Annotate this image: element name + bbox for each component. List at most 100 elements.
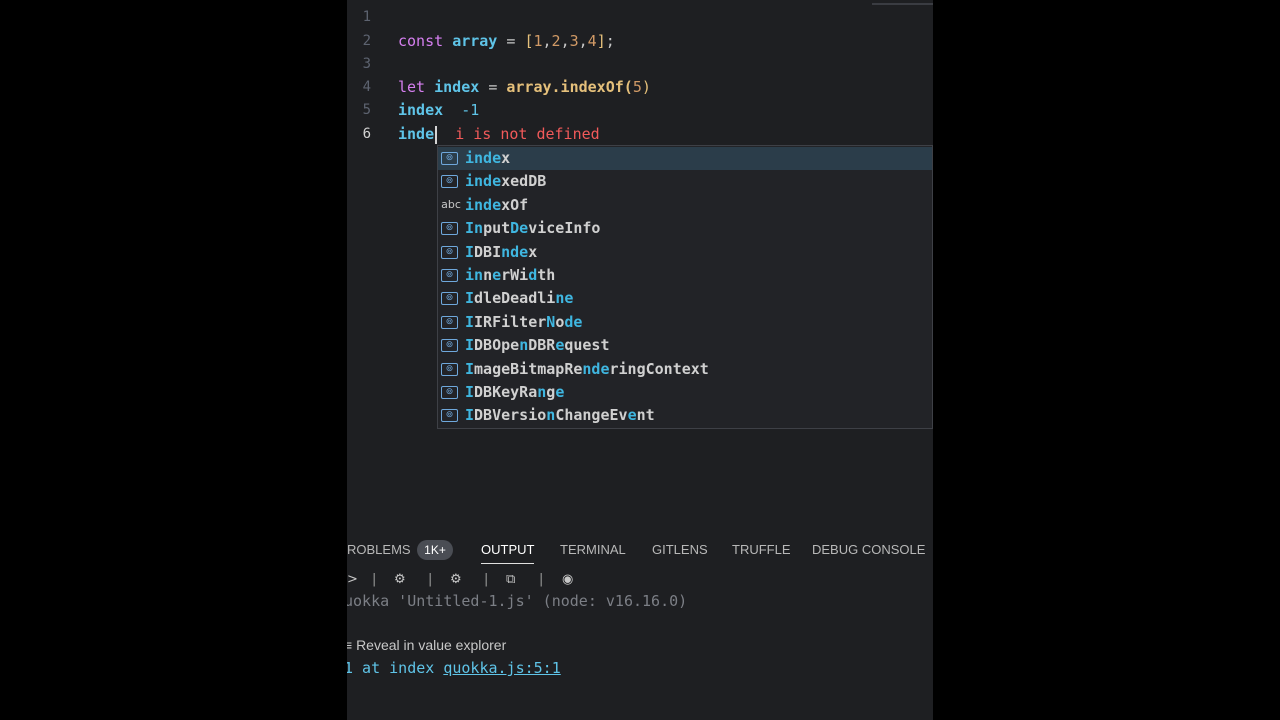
- suggestion-item[interactable]: ⊚ IDBKeyRange: [438, 381, 932, 404]
- variable-icon: ⊚: [441, 292, 458, 306]
- code-line[interactable]: 5 index -1: [347, 99, 933, 122]
- method-token: .indexOf(: [551, 78, 633, 96]
- code-line[interactable]: 3: [347, 53, 933, 76]
- text-cursor: [435, 125, 438, 144]
- code-text: let index = array.indexOf(5): [398, 76, 651, 99]
- suggestion-item[interactable]: ⊚ IDBVersionChangeEvent: [438, 404, 932, 427]
- variable-icon: ⊚: [441, 152, 458, 165]
- tab-debug-console[interactable]: DEBUG CONSOLE: [812, 537, 925, 563]
- text-icon: abc: [441, 197, 461, 211]
- tab-terminal[interactable]: TERMINAL: [560, 537, 626, 563]
- bug-icon[interactable]: ⚙: [394, 569, 406, 591]
- toolbar-separator: |: [428, 572, 433, 587]
- suggestion-label: IDBOpenDBRequest: [465, 336, 610, 355]
- reveal-in-value-explorer[interactable]: ≡ Reveal in value explorer: [347, 634, 506, 656]
- punct-token: ;: [605, 32, 615, 50]
- tab-truffle[interactable]: TRUFFLE: [732, 537, 791, 563]
- variable-icon: ⊚: [441, 222, 458, 236]
- identifier-token: index: [398, 101, 444, 119]
- variable-icon: ⊚: [441, 386, 458, 399]
- bracket-token: ]: [596, 32, 606, 50]
- suggestion-item[interactable]: ⊚ InputDeviceInfo: [438, 217, 932, 240]
- suggestion-label: index: [465, 149, 511, 167]
- punct-token: ,: [578, 32, 588, 50]
- line-number: 2: [362, 33, 371, 49]
- keyword-token: let: [398, 78, 426, 96]
- tab-gitlens[interactable]: GITLENS: [652, 537, 708, 563]
- autocomplete-list[interactable]: ⊚ index ⊚ indexedDB abc indexOf ⊚ InputDeviceIn…: [437, 145, 933, 429]
- identifier-token: array: [506, 78, 552, 96]
- suggestion-item[interactable]: abc indexOf: [438, 194, 932, 217]
- variable-icon: ⊚: [441, 315, 458, 329]
- copy-icon[interactable]: ⧉: [506, 569, 515, 591]
- record-icon[interactable]: ◉: [562, 569, 573, 591]
- suggestion-item[interactable]: ⊚ indexedDB: [438, 170, 932, 193]
- variable-icon: ⊚: [441, 339, 458, 353]
- output-run-line: uokka 'Untitled-1.js' (node: v16.16.0): [347, 592, 688, 610]
- number-token: 5: [632, 78, 642, 96]
- tab-problems[interactable]: ROBLEMS: [347, 537, 411, 563]
- suggestion-item[interactable]: ⊚ IDBOpenDBRequest: [438, 334, 932, 357]
- line-number: 6: [362, 126, 371, 142]
- suggestion-label: IdleDeadline: [465, 289, 574, 308]
- output-result-line: 1 at index quokka.js:5:1: [347, 657, 561, 680]
- punct-token: ,: [542, 32, 552, 50]
- operator-token: =: [488, 78, 498, 96]
- code-line[interactable]: 2 const array = [1,2,3,4];: [347, 30, 933, 53]
- suggestion-item[interactable]: ⊚ ImageBitmapRenderingContext: [438, 358, 932, 381]
- suggestion-label: IDBKeyRange: [465, 383, 565, 401]
- toolbar-separator: |: [372, 572, 377, 587]
- code-text: const array = [1,2,3,4];: [398, 30, 615, 53]
- source-link[interactable]: quokka.js:5:1: [443, 659, 560, 677]
- panel-tab-bar: ROBLEMS 1K+ OUTPUT TERMINAL GITLENS TRUF…: [347, 537, 933, 564]
- suggestion-item[interactable]: ⊚ index: [438, 147, 932, 170]
- suggestion-label: IDBIndex: [465, 242, 538, 261]
- code-text: inde i is not defined: [398, 123, 600, 146]
- inline-value: -1: [461, 101, 480, 119]
- menu-icon: ≡: [347, 637, 353, 653]
- code-line[interactable]: 1: [347, 6, 933, 29]
- bracket-token: ): [641, 78, 651, 96]
- play-icon[interactable]: >: [347, 569, 358, 591]
- problems-count-badge: 1K+: [417, 540, 453, 560]
- variable-icon: ⊚: [441, 409, 458, 423]
- reveal-label: Reveal in value explorer: [356, 637, 507, 653]
- suggestion-label: IDBVersionChangeEvent: [465, 406, 655, 425]
- suggestion-label: innerWidth: [465, 266, 556, 284]
- number-token: 4: [587, 32, 597, 50]
- operator-token: =: [506, 32, 516, 50]
- line-number: 5: [362, 102, 371, 118]
- suggestion-label: indexOf: [465, 195, 529, 214]
- variable-icon: ⊚: [441, 269, 458, 282]
- identifier-token: index: [434, 78, 480, 96]
- result-text: 1 at index: [347, 659, 444, 677]
- gear-icon[interactable]: ⚙: [450, 569, 462, 591]
- toolbar-separator: |: [484, 572, 489, 587]
- suggestion-item[interactable]: ⊚ IIRFilterNode: [438, 311, 932, 334]
- number-token: 2: [551, 32, 561, 50]
- code-text: index -1: [398, 99, 479, 122]
- line-number: 1: [362, 9, 371, 25]
- code-line[interactable]: 4 let index = array.indexOf(5): [347, 76, 933, 99]
- identifier-token: array: [452, 32, 498, 50]
- suggestion-item[interactable]: ⊚ innerWidth: [438, 264, 932, 287]
- suggestion-item[interactable]: ⊚ IdleDeadline: [438, 287, 932, 310]
- variable-icon: ⊚: [441, 245, 458, 259]
- suggestion-item[interactable]: ⊚ IDBIndex: [438, 241, 932, 264]
- suggestion-label: indexedDB: [465, 172, 547, 191]
- output-toolbar: > | ⚙ | ⚙ | ⧉ | ◉: [347, 569, 933, 591]
- editor-window: 1 2 const array = [1,2,3,4]; 3 4 let ind…: [347, 0, 933, 720]
- number-token: 1: [533, 32, 543, 50]
- suggestion-label: IIRFilterNode: [465, 312, 583, 331]
- identifier-token: inde: [398, 125, 435, 143]
- scrollbar-indicator[interactable]: [872, 3, 933, 5]
- punct-token: ,: [560, 32, 570, 50]
- line-number: 4: [362, 79, 371, 95]
- number-token: 3: [569, 32, 579, 50]
- line-number: 3: [362, 56, 371, 72]
- variable-icon: ⊚: [441, 175, 458, 189]
- tab-output[interactable]: OUTPUT: [481, 537, 535, 564]
- code-line-active[interactable]: 6 inde i is not defined: [347, 123, 933, 146]
- variable-icon: ⊚: [441, 362, 458, 376]
- suggestion-label: InputDeviceInfo: [465, 219, 601, 238]
